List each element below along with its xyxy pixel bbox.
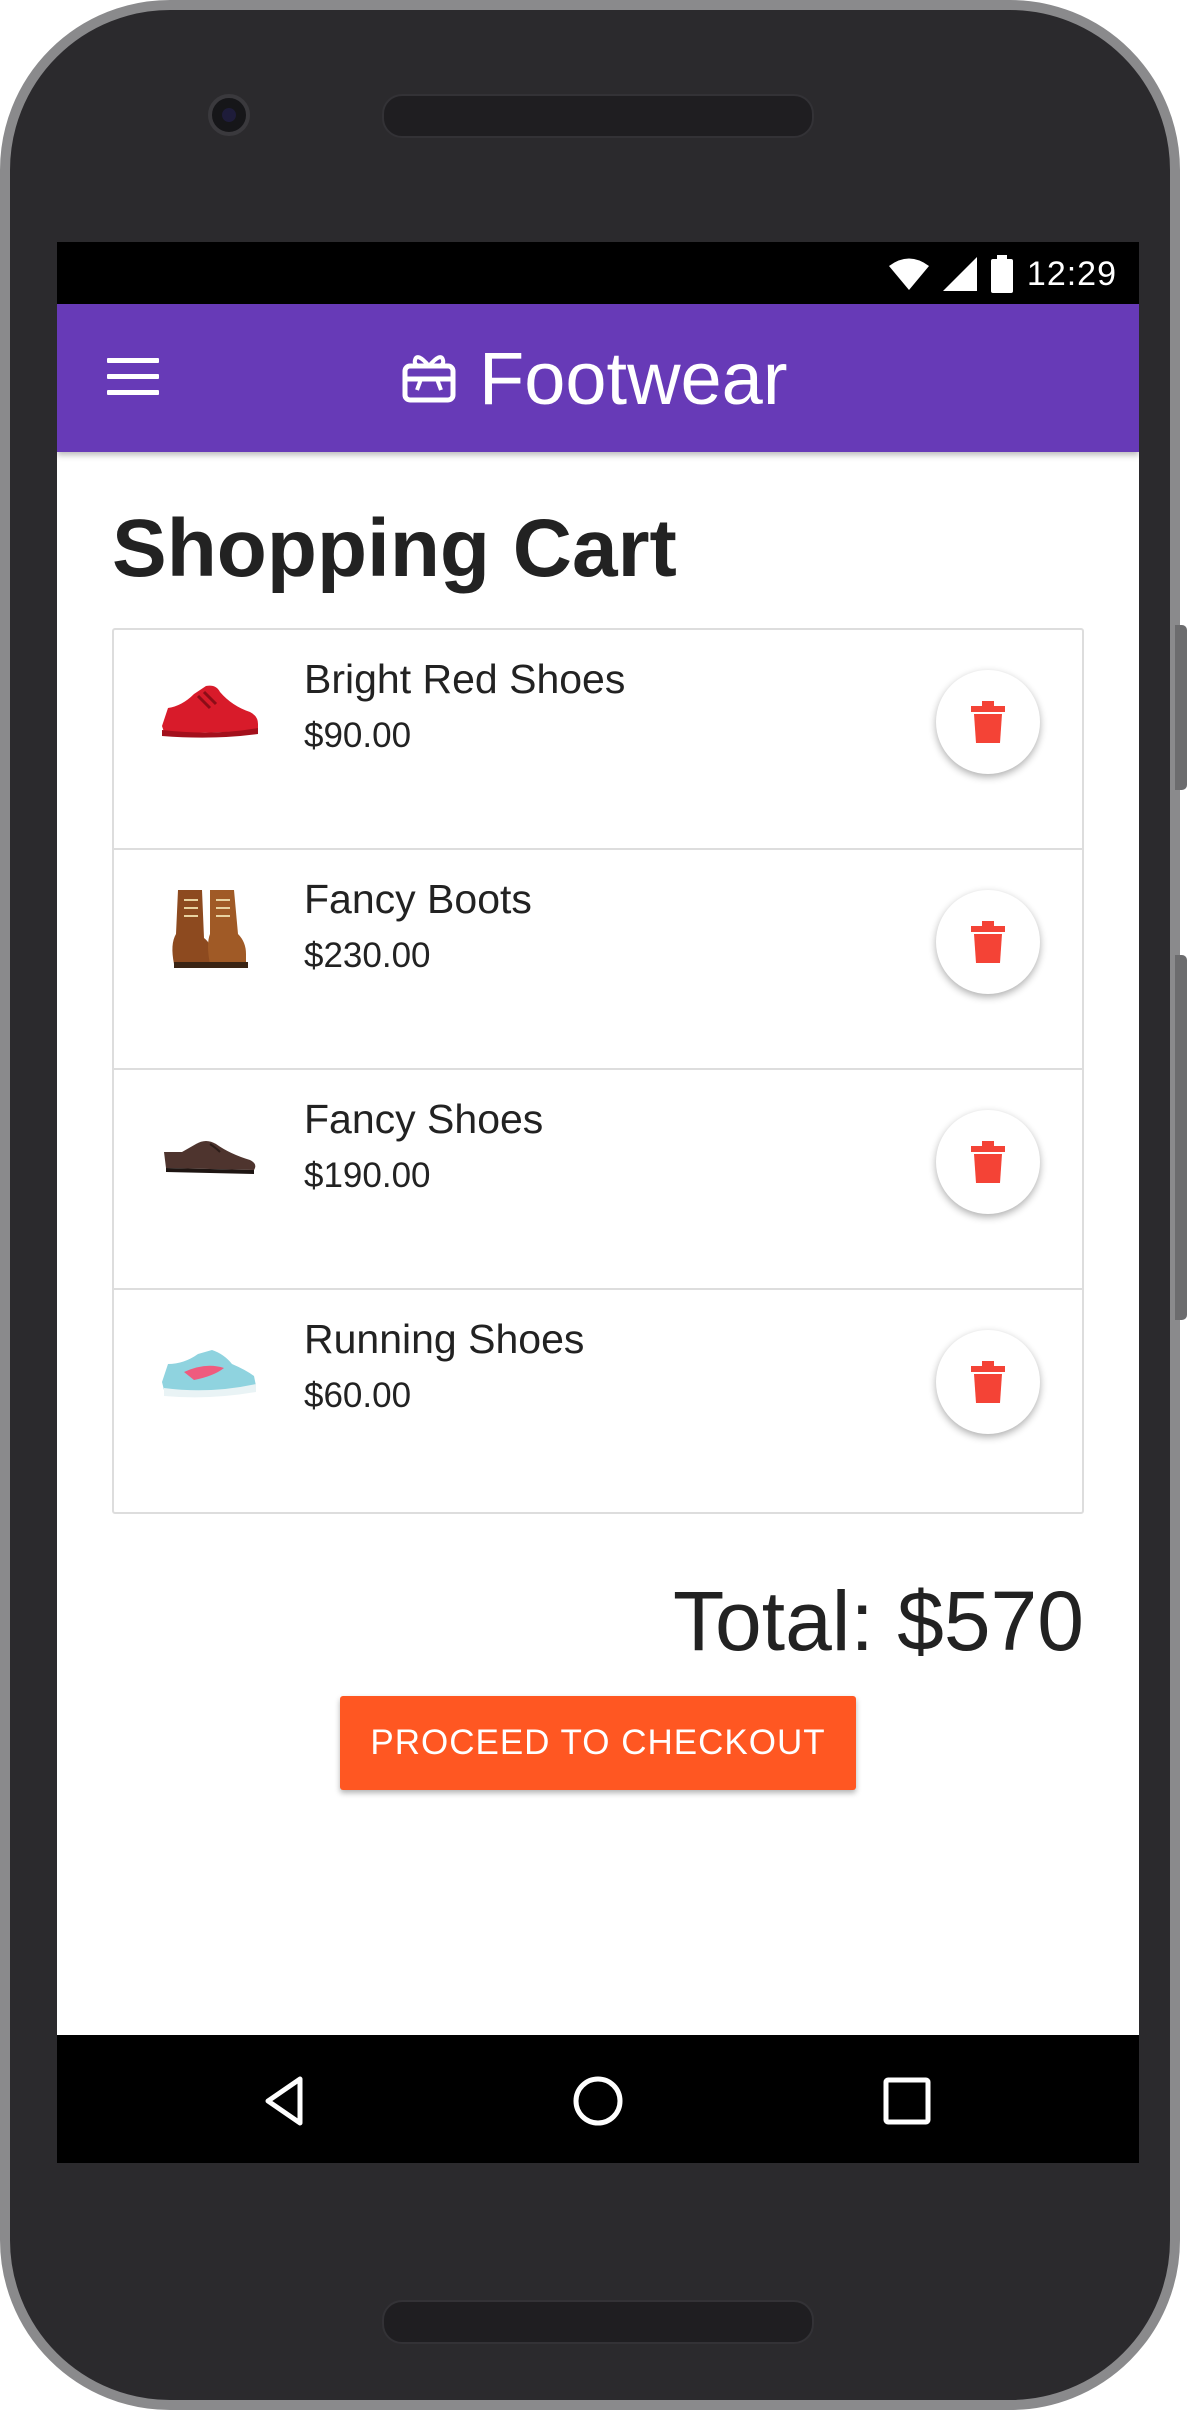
- item-price: $90.00: [304, 716, 412, 755]
- cart-item: Running Shoes $60.00: [114, 1290, 1082, 1512]
- bottom-speaker: [382, 2300, 814, 2344]
- checkout-button[interactable]: PROCEED TO CHECKOUT: [340, 1696, 856, 1790]
- main-content: Shopping Cart Bright Red Shoes $90.00 Fa…: [112, 452, 1084, 1790]
- status-bar: 12:29: [57, 242, 1139, 304]
- item-name: Fancy Shoes: [304, 1096, 544, 1142]
- app-bar: Footwear: [57, 304, 1139, 452]
- item-price: $190.00: [304, 1156, 431, 1195]
- cell-signal-icon: [942, 257, 977, 291]
- red-sneaker-image: [162, 685, 258, 738]
- cart-item: Fancy Shoes $190.00: [114, 1070, 1082, 1290]
- item-price: $60.00: [304, 1376, 412, 1415]
- page-title: Shopping Cart: [112, 503, 677, 594]
- system-nav-bar: [57, 2035, 1139, 2163]
- front-camera: [208, 94, 250, 136]
- item-name: Bright Red Shoes: [304, 656, 626, 702]
- brown-boots-image: [172, 890, 248, 968]
- screen: 12:29 Footwear Shopping Cart Bright Red …: [57, 242, 1139, 2163]
- item-name: Fancy Boots: [304, 876, 532, 922]
- wifi-icon: [888, 258, 929, 290]
- status-icons: 12:29: [888, 254, 1117, 294]
- back-icon[interactable]: [260, 2075, 312, 2127]
- cart-list: Bright Red Shoes $90.00 Fancy Boots $230…: [112, 628, 1084, 1514]
- volume-button: [1175, 955, 1187, 1320]
- app-brand: Footwear: [401, 336, 788, 420]
- trash-icon: [971, 701, 1005, 743]
- trash-icon: [971, 1361, 1005, 1403]
- delete-item-button[interactable]: [936, 670, 1040, 774]
- delete-item-button[interactable]: [936, 1110, 1040, 1214]
- trash-icon: [971, 1141, 1005, 1183]
- delete-item-button[interactable]: [936, 1330, 1040, 1434]
- dress-shoe-image: [164, 1141, 256, 1174]
- home-icon[interactable]: [572, 2075, 624, 2127]
- battery-icon: [990, 255, 1013, 293]
- earpiece-speaker: [382, 94, 814, 138]
- running-shoe-image: [162, 1350, 256, 1398]
- item-name: Running Shoes: [304, 1316, 585, 1362]
- app-title: Footwear: [479, 336, 788, 420]
- cart-item: Fancy Boots $230.00: [114, 850, 1082, 1070]
- item-price: $230.00: [304, 936, 431, 975]
- menu-icon[interactable]: [107, 358, 159, 398]
- gift-card-icon: [402, 355, 456, 403]
- cart-total: Total: $570: [673, 1574, 1084, 1668]
- power-button: [1175, 625, 1187, 790]
- status-time: 12:29: [1026, 254, 1117, 293]
- trash-icon: [971, 921, 1005, 963]
- delete-item-button[interactable]: [936, 890, 1040, 994]
- recents-icon[interactable]: [881, 2075, 933, 2127]
- checkout-wrapper: PROCEED TO CHECKOUT: [112, 1696, 1084, 1790]
- phone-frame: 12:29 Footwear Shopping Cart Bright Red …: [0, 0, 1180, 2410]
- cart-item: Bright Red Shoes $90.00: [114, 630, 1082, 850]
